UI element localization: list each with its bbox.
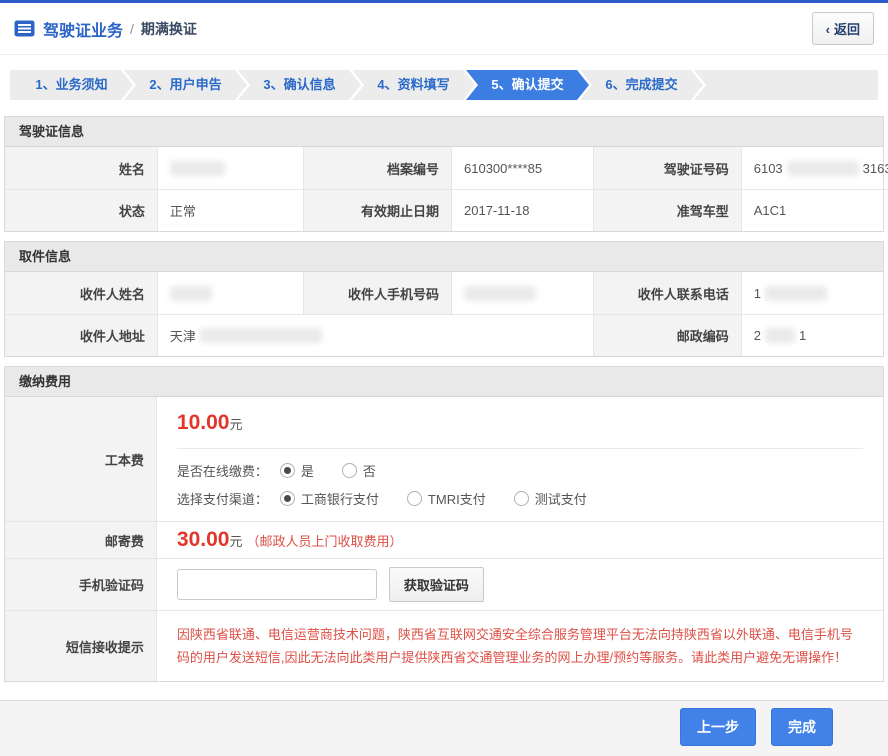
sms-tip-label: 短信接收提示 [5,611,157,681]
redacted-name [170,161,225,176]
chevron-left-icon: ‹ [826,22,830,37]
radio-channel-test-label: 测试支付 [535,489,587,508]
back-button[interactable]: ‹返回 [812,12,874,45]
page-title: 驾驶证业务 [43,17,123,41]
sms-tip-row: 短信接收提示 因陕西省联通、电信运营商技术问题，陕西省互联网交通安全综合服务管理… [5,610,883,681]
name-value [157,147,303,189]
postage-fee-label: 邮寄费 [5,522,157,558]
pickup-info-section: 取件信息 收件人姓名 收件人手机号码 收件人联系电话 1 收件人地址 天津 邮政… [4,241,884,357]
work-fee-amount: 10.00 [177,411,230,434]
breadcrumb-current: 期满换证 [141,19,197,39]
radio-pay-online-no[interactable] [342,463,357,478]
postage-fee-amount: 30.00 [177,528,230,552]
recipient-mobile-value [451,272,593,314]
recipient-mobile-label: 收件人手机号码 [303,272,451,314]
radio-channel-tmri-label: TMRI支付 [428,489,486,508]
vehicle-class-label: 准驾车型 [593,189,741,231]
redacted-recipient-name [170,286,212,301]
vehicle-class-value: A1C1 [741,189,888,231]
page-header: 驾驶证业务 / 期满换证 ‹返回 [0,3,888,55]
file-number-label: 档案编号 [303,147,451,189]
radio-pay-online-yes[interactable] [280,463,295,478]
redacted-recipient-phone [765,286,827,301]
license-number-value: 61033163X [741,147,888,189]
pay-channel-option-line: 选择支付渠道： 工商银行支付 TMRI支付 测试支付 [177,489,863,508]
breadcrumb-divider: / [130,21,134,37]
sms-code-label: 手机验证码 [5,559,157,610]
fees-section: 缴纳费用 工本费 10.00元 是否在线缴费： 是 否 选择支付渠道： 工商银行… [4,366,884,682]
status-value: 正常 [157,189,303,231]
redacted-recipient-mobile [464,286,536,301]
work-fee-label: 工本费 [5,397,157,521]
pickup-section-title: 取件信息 [5,242,883,272]
radio-pay-online-no-label: 否 [363,461,376,480]
sms-code-input[interactable] [177,569,377,600]
radio-channel-icbc-label: 工商银行支付 [301,489,379,508]
expiry-label: 有效期止日期 [303,189,451,231]
step-5-confirm-submit[interactable]: 5、确认提交 [466,70,589,100]
sms-code-row: 手机验证码 获取验证码 [5,558,883,610]
license-business-icon [14,20,35,37]
redacted-license-number [787,161,859,176]
postage-fee-note: （邮政人员上门收取费用） [246,531,402,550]
pay-channel-label: 选择支付渠道： [177,489,268,508]
step-bar-filler [694,70,878,100]
radio-channel-icbc[interactable] [280,491,295,506]
fees-section-title: 缴纳费用 [5,367,883,397]
license-section-title: 驾驶证信息 [5,117,883,147]
license-number-label: 驾驶证号码 [593,147,741,189]
postcode-label: 邮政编码 [593,314,741,356]
step-6-finish-submit[interactable]: 6、完成提交 [580,70,703,100]
online-pay-label: 是否在线缴费： [177,461,268,480]
license-info-section: 驾驶证信息 姓名 档案编号 610300****85 驾驶证号码 6103316… [4,116,884,232]
online-pay-option-line: 是否在线缴费： 是 否 [177,461,863,480]
step-4-fill-data[interactable]: 4、资料填写 [352,70,475,100]
step-1-business-notes[interactable]: 1、业务须知 [10,70,133,100]
postage-fee-row: 邮寄费 30.00元 （邮政人员上门收取费用） [5,521,883,558]
finish-button[interactable]: 完成 [771,708,833,746]
step-2-user-declaration[interactable]: 2、用户申告 [124,70,247,100]
file-number-value: 610300****85 [451,147,593,189]
previous-step-button[interactable]: 上一步 [680,708,756,746]
recipient-phone-value: 1 [741,272,883,314]
redacted-postcode [765,328,795,343]
expiry-value: 2017-11-18 [451,189,593,231]
recipient-phone-label: 收件人联系电话 [593,272,741,314]
step-3-confirm-info[interactable]: 3、确认信息 [238,70,361,100]
radio-channel-tmri[interactable] [407,491,422,506]
recipient-address-value: 天津 [157,314,593,356]
recipient-name-label: 收件人姓名 [5,272,157,314]
get-sms-code-button[interactable]: 获取验证码 [389,567,484,602]
name-label: 姓名 [5,147,157,189]
recipient-address-label: 收件人地址 [5,314,157,356]
work-fee-row: 工本费 10.00元 是否在线缴费： 是 否 选择支付渠道： 工商银行支付 TM… [5,397,883,521]
redacted-recipient-address [200,328,322,343]
recipient-name-value [157,272,303,314]
status-label: 状态 [5,189,157,231]
radio-channel-test[interactable] [514,491,529,506]
footer-action-bar: 上一步 完成 [0,700,888,756]
radio-pay-online-yes-label: 是 [301,461,314,480]
fee-divider [177,448,863,449]
sms-tip-text: 因陕西省联通、电信运营商技术问题，陕西省互联网交通安全综合服务管理平台无法向持陕… [177,611,863,681]
postcode-value: 21 [741,314,883,356]
step-wizard: 1、业务须知 2、用户申告 3、确认信息 4、资料填写 5、确认提交 6、完成提… [10,70,878,100]
